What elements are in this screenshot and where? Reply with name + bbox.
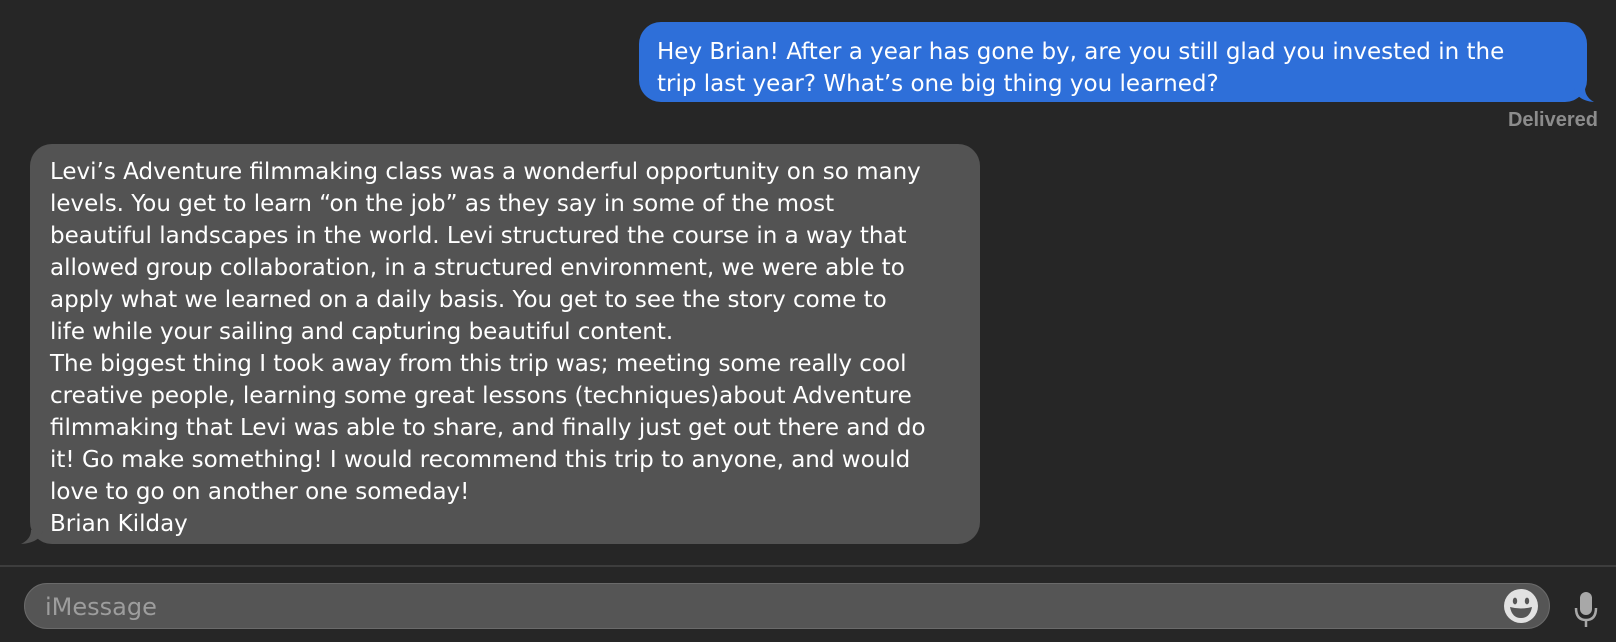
emoji-icon	[1504, 589, 1538, 623]
compose-field[interactable]	[24, 583, 1550, 629]
incoming-message-text: Levi’s Adventure filmmaking class was a …	[50, 159, 926, 537]
microphone-button[interactable]	[1572, 590, 1600, 630]
compose-divider	[0, 565, 1616, 567]
delivery-status: Delivered	[1507, 109, 1598, 131]
outgoing-message-bubble[interactable]: Hey Brian! After a year has gone by, are…	[639, 22, 1594, 102]
outgoing-message-text: Hey Brian! After a year has gone by, are…	[657, 39, 1505, 97]
incoming-message-bubble[interactable]: Levi’s Adventure filmmaking class was a …	[21, 144, 980, 544]
microphone-icon	[1574, 592, 1598, 627]
outgoing-bubble-tail	[1574, 88, 1594, 102]
messages-window: Hey Brian! After a year has gone by, are…	[0, 0, 1616, 642]
imessage-input[interactable]	[43, 584, 1467, 629]
message-transcript[interactable]: Hey Brian! After a year has gone by, are…	[0, 0, 1616, 565]
incoming-bubble-tail	[21, 530, 43, 544]
emoji-button[interactable]	[1501, 586, 1541, 626]
